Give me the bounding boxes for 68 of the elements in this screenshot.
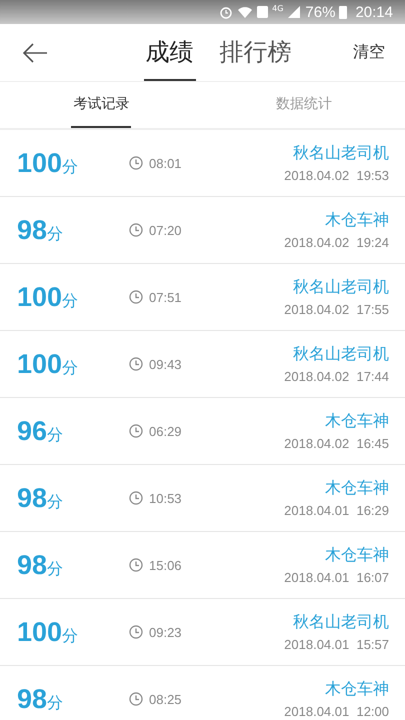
player-name: 秋名山老司机 (293, 143, 389, 164)
record-date: 2018.04.01 12:00 (284, 704, 389, 719)
score-value: 98分 (17, 482, 64, 514)
clear-button[interactable]: 清空 (353, 42, 385, 63)
header-tab[interactable]: 成绩 (144, 24, 196, 81)
player-name: 木仓车神 (325, 411, 389, 432)
back-button[interactable] (22, 40, 50, 64)
player-name: 木仓车神 (325, 679, 389, 700)
duration-text: 15:06 (149, 558, 182, 572)
record-row[interactable]: 96分 06:29 木仓车神 2018.04.02 16:45 (0, 398, 405, 465)
duration-text: 09:23 (149, 624, 182, 640)
clock-icon (129, 692, 143, 706)
record-row[interactable]: 98分 10:53 木仓车神 2018.04.01 16:29 (0, 465, 405, 532)
record-date: 2018.04.02 17:55 (284, 302, 389, 317)
record-row[interactable]: 100分 07:51 秋名山老司机 2018.04.02 17:55 (0, 264, 405, 331)
player-name: 木仓车神 (325, 210, 389, 231)
alarm-icon (219, 5, 234, 19)
player-name: 秋名山老司机 (293, 612, 389, 633)
duration-text: 08:25 (149, 692, 182, 706)
duration-text: 07:51 (149, 290, 182, 304)
record-date: 2018.04.02 16:45 (284, 436, 389, 451)
score-value: 98分 (17, 214, 64, 246)
player-name: 木仓车神 (325, 545, 389, 566)
record-row[interactable]: 98分 15:06 木仓车神 2018.04.01 16:07 (0, 532, 405, 599)
record-row[interactable]: 100分 09:43 秋名山老司机 2018.04.02 17:44 (0, 331, 405, 398)
record-date: 2018.04.01 16:07 (284, 570, 389, 585)
duration-text: 10:53 (149, 490, 182, 506)
clock-icon (129, 558, 143, 572)
player-name: 秋名山老司机 (293, 344, 389, 365)
battery-percent: 76% (305, 4, 336, 20)
record-row[interactable]: 100分 08:01 秋名山老司机 2018.04.02 19:53 (0, 130, 405, 197)
score-value: 100分 (17, 282, 80, 312)
score-value: 96分 (17, 416, 64, 446)
duration-text: 06:29 (149, 424, 182, 438)
clock-icon (129, 156, 143, 170)
clock-icon (129, 491, 143, 505)
record-row[interactable]: 100分 09:23 秋名山老司机 2018.04.01 15:57 (0, 599, 405, 666)
wifi-icon (237, 5, 254, 19)
score-value: 100分 (17, 148, 80, 178)
clock-icon (129, 290, 143, 304)
player-name: 秋名山老司机 (293, 277, 389, 298)
clock-icon (129, 424, 143, 438)
record-date: 2018.04.02 19:24 (284, 235, 389, 250)
duration-text: 07:20 (149, 222, 182, 238)
clock-icon (129, 223, 143, 237)
score-value: 98分 (17, 550, 64, 580)
clock-time: 20:14 (355, 4, 393, 20)
sub-tab[interactable]: 考试记录 (71, 82, 132, 128)
back-arrow-icon (22, 42, 48, 62)
record-row[interactable]: 98分 08:25 木仓车神 2018.04.01 12:00 (0, 666, 405, 720)
record-row[interactable]: 98分 07:20 木仓车神 2018.04.02 19:24 (0, 197, 405, 264)
network-label: 4G (272, 4, 284, 13)
score-value: 100分 (17, 616, 80, 648)
record-date: 2018.04.02 17:44 (284, 369, 389, 384)
score-value: 100分 (17, 348, 80, 380)
duration-text: 09:43 (149, 356, 182, 372)
battery-icon (339, 5, 348, 19)
duration-text: 08:01 (149, 156, 182, 170)
clock-icon (129, 625, 143, 639)
clock-icon (129, 357, 143, 371)
record-date: 2018.04.02 19:53 (284, 168, 389, 183)
signal-icon (287, 5, 302, 19)
record-date: 2018.04.01 15:57 (284, 637, 389, 652)
record-date: 2018.04.01 16:29 (284, 503, 389, 518)
player-name: 木仓车神 (325, 478, 389, 499)
sub-tab[interactable]: 数据统计 (274, 82, 334, 128)
score-value: 98分 (17, 684, 64, 714)
header-tab[interactable]: 排行榜 (218, 24, 294, 81)
